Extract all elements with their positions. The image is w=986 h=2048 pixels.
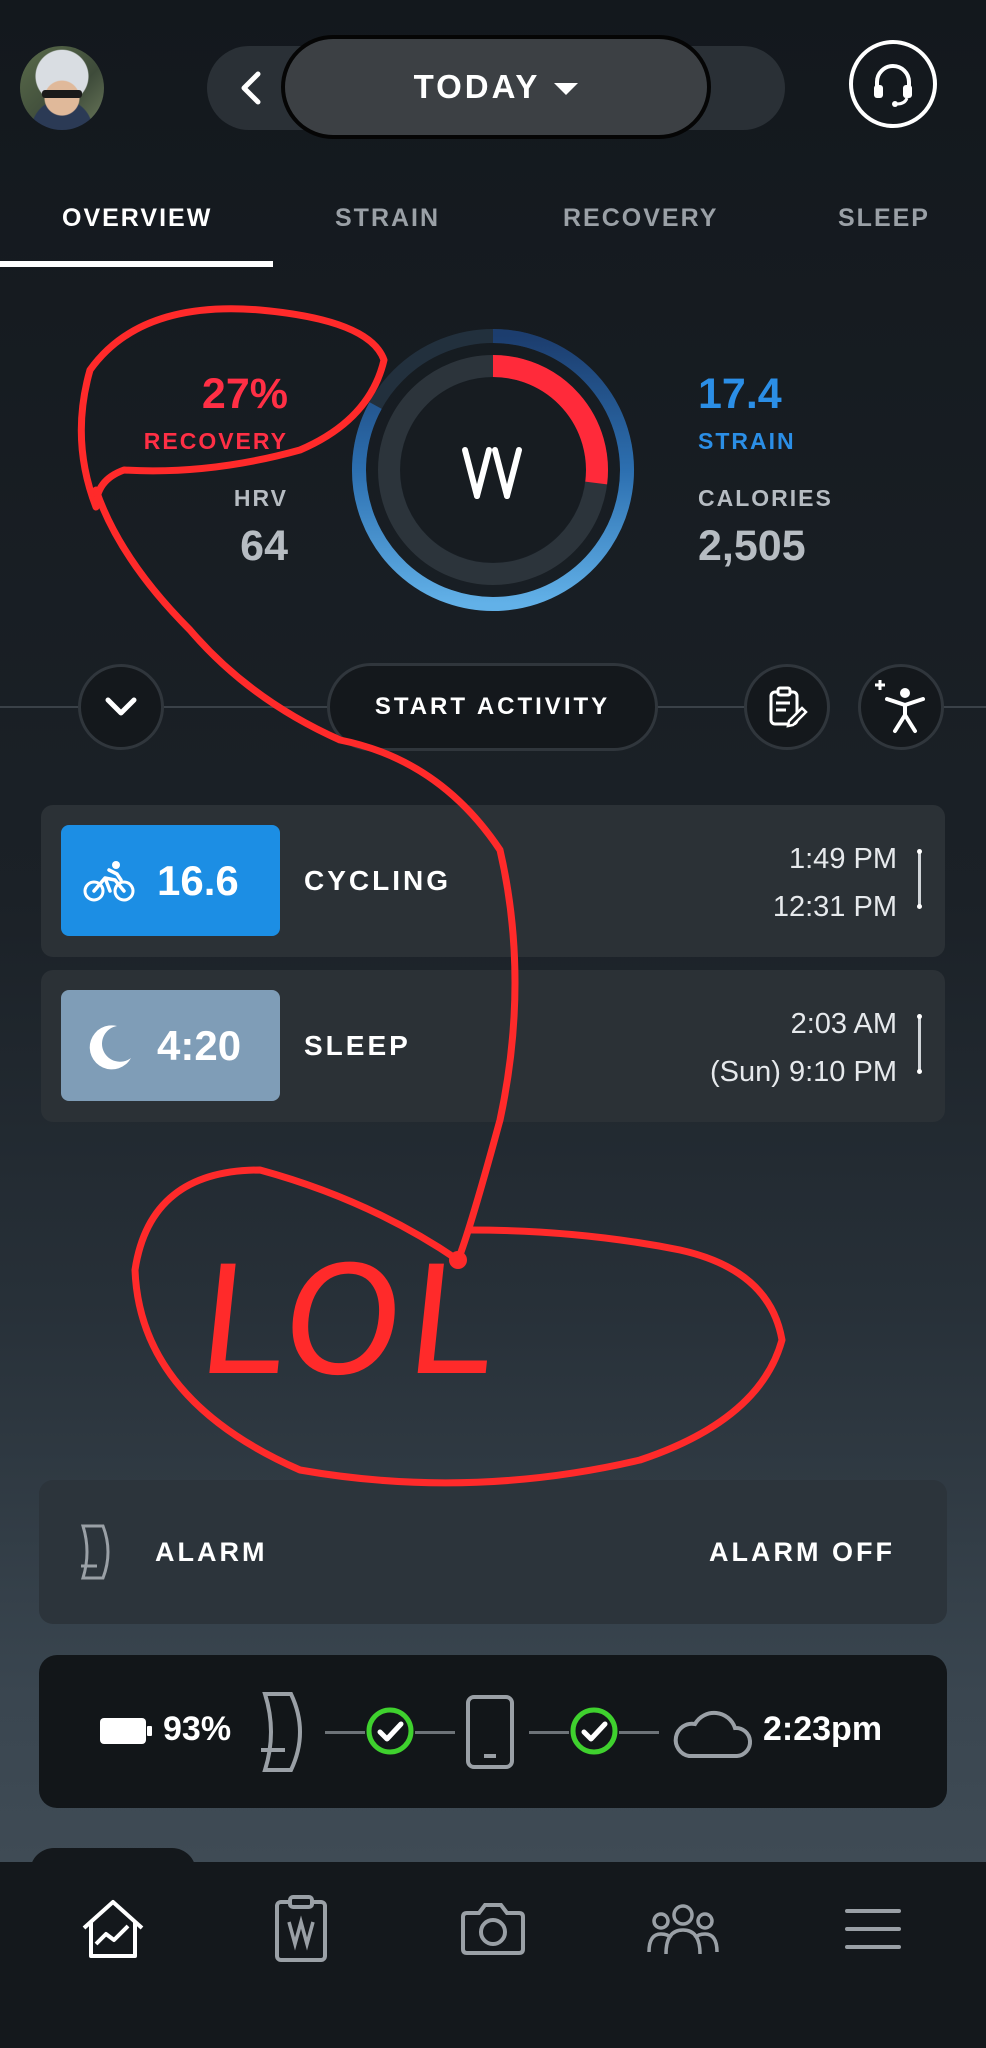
camera-icon	[461, 1903, 525, 1955]
connected-check-icon	[570, 1707, 618, 1755]
tab-overview[interactable]: OVERVIEW	[62, 204, 212, 233]
activity-badge: 4:20	[61, 990, 280, 1101]
activity-start-time: (Sun) 9:10 PM	[710, 1056, 897, 1088]
connected-check-icon	[366, 1707, 414, 1755]
nav-journal[interactable]	[256, 1884, 346, 1974]
strain-label: STRAIN	[698, 428, 796, 454]
annotation-text: LOL	[190, 1235, 508, 1409]
connection-line	[619, 1731, 659, 1734]
activity-card-cycling[interactable]: 16.6 CYCLING 1:49 PM 12:31 PM	[41, 805, 945, 957]
hrv-value: 64	[240, 522, 288, 570]
strap-icon	[80, 1524, 110, 1580]
alarm-status: ALARM OFF	[709, 1536, 895, 1567]
avatar-glasses	[42, 90, 82, 98]
clipboard-edit-icon	[769, 686, 808, 728]
activity-name: CYCLING	[304, 865, 451, 896]
strain-value: 17.4	[698, 370, 782, 418]
connection-line	[415, 1731, 455, 1734]
time-range-bar	[917, 1014, 922, 1074]
add-activity-button[interactable]	[858, 664, 944, 750]
support-button[interactable]	[849, 40, 937, 128]
date-dropdown[interactable]: TODAY	[281, 35, 711, 139]
device-status-bar[interactable]: 93% 2:23pm	[39, 1655, 947, 1808]
alarm-row[interactable]: ALARM ALARM OFF	[39, 1480, 947, 1624]
date-label: TODAY	[413, 68, 541, 105]
phone-icon	[466, 1695, 514, 1769]
strain-recovery-dial[interactable]	[349, 326, 637, 614]
activity-duration-value: 4:20	[157, 1021, 242, 1069]
activity-badge: 16.6	[61, 825, 280, 936]
divider-mid-right	[656, 706, 746, 708]
divider-mid-left	[164, 706, 329, 708]
nav-home[interactable]	[68, 1884, 158, 1974]
activity-times: 2:03 AM (Sun) 9:10 PM	[710, 1000, 897, 1096]
headset-icon	[874, 64, 912, 107]
tab-strain[interactable]: STRAIN	[335, 204, 440, 233]
recovery-value: 27%	[201, 370, 288, 418]
journal-button[interactable]	[744, 664, 830, 750]
hrv-label: HRV	[233, 485, 288, 511]
hamburger-menu-icon	[845, 1909, 901, 1949]
battery-level: 93%	[163, 1710, 232, 1748]
group-icon	[647, 1904, 719, 1955]
last-sync-time: 2:23pm	[763, 1710, 883, 1748]
connection-line	[529, 1731, 569, 1734]
activity-name: SLEEP	[304, 1030, 411, 1061]
cyclist-icon	[83, 860, 135, 901]
nav-camera[interactable]	[448, 1884, 538, 1974]
activity-end-time: 2:03 AM	[790, 1008, 897, 1040]
connection-line	[325, 1731, 365, 1734]
divider-right	[942, 706, 986, 708]
activity-times: 1:49 PM 12:31 PM	[773, 835, 897, 931]
divider-left	[0, 706, 80, 708]
activity-card-sleep[interactable]: 4:20 SLEEP 2:03 AM (Sun) 9:10 PM	[41, 970, 945, 1122]
tab-sleep[interactable]: SLEEP	[838, 204, 930, 233]
clipboard-logo-icon	[275, 1895, 327, 1962]
time-range-bar	[917, 849, 922, 909]
person-add-icon	[875, 680, 925, 733]
cloud-icon	[673, 1710, 753, 1758]
activity-end-time: 1:49 PM	[789, 843, 897, 875]
alarm-label: ALARM	[155, 1536, 268, 1567]
recovery-label: RECOVERY	[143, 428, 288, 454]
profile-avatar[interactable]	[20, 46, 104, 130]
previous-day-button[interactable]	[222, 46, 282, 130]
tab-recovery[interactable]: RECOVERY	[563, 204, 718, 233]
activity-strain-value: 16.6	[157, 856, 239, 904]
dial-center	[401, 378, 585, 562]
moon-icon	[89, 1024, 131, 1069]
battery-icon	[100, 1718, 152, 1744]
calories-value: 2,505	[698, 522, 806, 570]
start-activity-button[interactable]: START ACTIVITY	[327, 663, 658, 751]
nav-menu[interactable]	[828, 1884, 918, 1974]
home-chart-icon	[82, 1900, 144, 1958]
chevron-down-icon	[105, 697, 137, 716]
chevron-left-icon	[241, 71, 261, 105]
strap-icon	[261, 1692, 302, 1772]
active-tab-indicator	[0, 261, 273, 267]
activity-start-time: 12:31 PM	[772, 891, 897, 923]
nav-community[interactable]	[638, 1884, 728, 1974]
caret-down-icon	[554, 83, 579, 95]
calories-label: CALORIES	[698, 485, 833, 511]
expand-button[interactable]	[78, 664, 164, 750]
